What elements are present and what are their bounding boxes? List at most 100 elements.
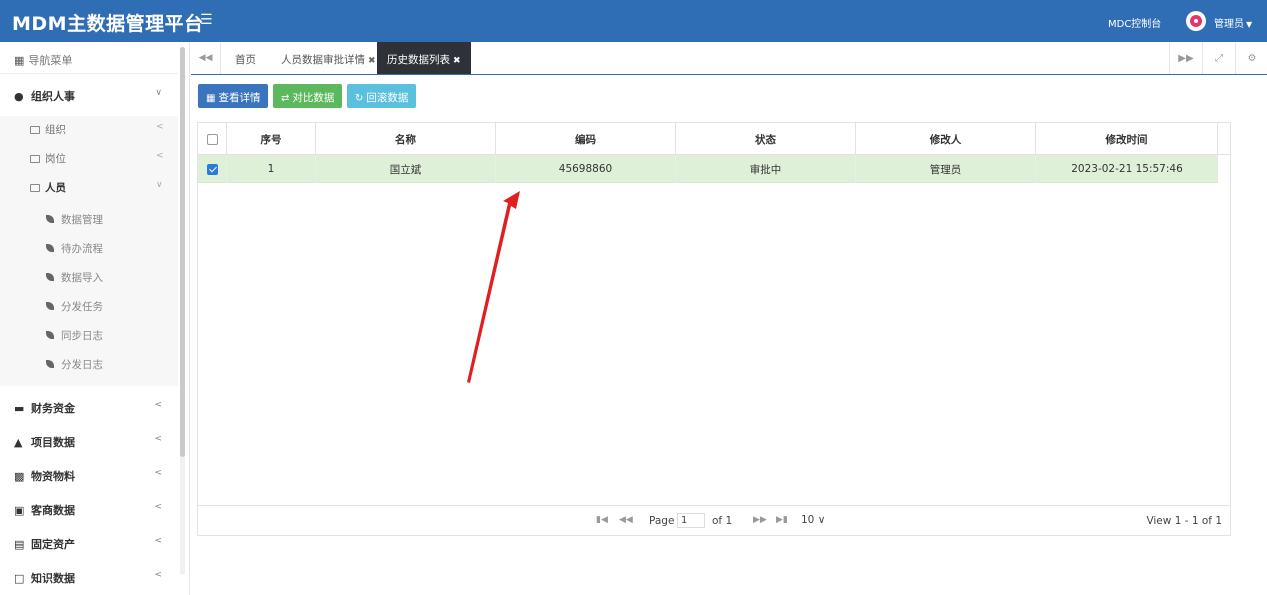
mdc-console-link[interactable]: MDC控制台: [1108, 15, 1161, 30]
sidebar-leaf-data-manage[interactable]: 数据管理: [46, 212, 103, 227]
close-icon[interactable]: ✖: [453, 56, 461, 66]
chevron-left-icon: <: [154, 536, 162, 546]
folder-icon: [30, 184, 40, 192]
chevron-down-icon: ∨: [817, 514, 826, 526]
exchange-icon: ⇄: [281, 93, 290, 104]
leaf-icon: [46, 302, 54, 310]
sidebar-leaf-dispatch-log[interactable]: 分发日志: [46, 357, 103, 372]
cubes-icon: ▩: [14, 470, 25, 483]
last-page-icon[interactable]: ▶▮: [776, 515, 788, 525]
col-header[interactable]: 序号: [227, 123, 316, 155]
users-icon: ●: [14, 90, 24, 103]
cell-seq: 1: [227, 155, 316, 183]
sidebar-leaf-import[interactable]: 数据导入: [46, 270, 103, 285]
sidebar-group-materials[interactable]: ▩ 物资物料 <: [0, 458, 178, 492]
cell-name: 国立斌: [316, 155, 496, 183]
view-records-text: View 1 - 1 of 1: [1146, 515, 1222, 527]
sitemap-icon: ▲: [14, 436, 23, 449]
leaf-icon: [46, 244, 54, 252]
next-page-icon[interactable]: ▶▶: [753, 515, 767, 525]
chevron-left-icon: <: [154, 502, 162, 512]
nav-menu-title: ▦ 导航菜单: [0, 42, 178, 74]
sidebar-leaf-todo[interactable]: 待办流程: [46, 241, 103, 256]
chevron-down-icon: ∨: [156, 180, 163, 190]
compare-data-button[interactable]: ⇄ 对比数据: [273, 84, 343, 108]
sidebar-group-org-hr[interactable]: ● 组织人事 ∨: [0, 78, 178, 112]
row-select-cell[interactable]: [198, 155, 227, 183]
history-data-grid: 序号 名称 编码 状态 修改人 修改时间 1 国立斌 45698860 审批中 …: [197, 122, 1231, 536]
col-header[interactable]: 修改人: [856, 123, 1036, 155]
tab-home[interactable]: 首页: [225, 42, 266, 74]
fullscreen-icon[interactable]: ⤢: [1202, 42, 1235, 74]
sidebar-group-project[interactable]: ▲ 项目数据 <: [0, 424, 178, 458]
sidebar-leaf-dispatch-task[interactable]: 分发任务: [46, 299, 103, 314]
table-icon: ▦: [206, 93, 216, 104]
first-page-icon[interactable]: ▮◀: [596, 515, 608, 525]
rollback-data-button[interactable]: ↻ 回滚数据: [347, 84, 417, 108]
grid-icon: ▦: [14, 54, 25, 67]
sidebar-group-fixed-assets[interactable]: ▤ 固定资产 <: [0, 526, 178, 560]
refresh-icon: ↻: [355, 93, 364, 104]
caret-down-icon: ▼: [1246, 20, 1253, 29]
cell-status: 审批中: [676, 155, 856, 183]
folder-icon: [30, 155, 40, 163]
page-size-select[interactable]: 10 ∨: [801, 514, 825, 526]
cell-modifier: 管理员: [856, 155, 1036, 183]
file-icon: □: [14, 572, 25, 585]
sidebar-item-org[interactable]: 组织 <: [30, 122, 164, 137]
col-header[interactable]: 名称: [316, 123, 496, 155]
view-detail-button[interactable]: ▦ 查看详情: [198, 84, 269, 108]
cell-code: 45698860: [496, 155, 676, 183]
tab-scroll-left-icon[interactable]: ◀◀: [191, 42, 221, 74]
select-all-cell[interactable]: [198, 123, 227, 155]
leaf-icon: [46, 331, 54, 339]
chevron-down-icon: ∨: [155, 88, 162, 98]
list-icon: ▤: [14, 538, 25, 551]
col-header[interactable]: 编码: [496, 123, 676, 155]
grid-header: 序号 名称 编码 状态 修改人 修改时间: [198, 123, 1230, 155]
col-header[interactable]: 修改时间: [1036, 123, 1218, 155]
select-all-checkbox[interactable]: [206, 133, 218, 145]
chevron-left-icon: <: [156, 151, 164, 161]
credit-card-icon: ▬: [14, 402, 25, 415]
tab-history-list[interactable]: 历史数据列表 ✖: [377, 42, 471, 74]
tab-scroll-right-icon[interactable]: ▶▶: [1169, 42, 1202, 74]
user-menu[interactable]: 管理员 ▼: [1214, 15, 1252, 30]
app-logo: MDM主数据管理平台: [12, 13, 204, 35]
briefcase-icon: ▣: [14, 504, 25, 517]
top-header: MDM主数据管理平台 ☰ MDC控制台 管理员 ▼: [0, 0, 1267, 42]
sidebar-item-position[interactable]: 岗位 <: [30, 151, 164, 166]
sidebar-group-finance[interactable]: ▬ 财务资金 <: [0, 390, 178, 424]
sidebar-submenu: 组织 < 岗位 < 人员 ∨ 数据管理 待办流程 数据导入 分发任务 同步日志 分发日…: [0, 116, 178, 386]
col-header[interactable]: 状态: [676, 123, 856, 155]
user-name: 管理员: [1214, 19, 1244, 30]
chevron-left-icon: <: [154, 400, 162, 410]
sidebar-item-personnel[interactable]: 人员 ∨: [30, 180, 163, 195]
menu-toggle-icon[interactable]: ☰: [200, 12, 213, 28]
location-pin-icon: [1190, 15, 1202, 27]
table-row[interactable]: 1 国立斌 45698860 审批中 管理员 2023-02-21 15:57:…: [198, 155, 1218, 183]
chevron-left-icon: <: [154, 570, 162, 580]
close-icon[interactable]: ✖: [368, 56, 376, 66]
prev-page-icon[interactable]: ◀◀: [619, 515, 633, 525]
user-avatar[interactable]: [1186, 11, 1206, 31]
page-total: of 1: [712, 515, 733, 527]
tab-approval-detail[interactable]: 人员数据审批详情 ✖: [271, 42, 386, 74]
row-checkbox[interactable]: [206, 163, 218, 175]
chevron-left-icon: <: [156, 122, 164, 132]
folder-icon: [30, 126, 40, 134]
cell-time: 2023-02-21 15:57:46: [1071, 163, 1183, 175]
page-label: Page: [649, 515, 675, 527]
sidebar-scrollbar[interactable]: [180, 47, 185, 457]
leaf-icon: [46, 360, 54, 368]
sidebar-leaf-sync-log[interactable]: 同步日志: [46, 328, 103, 343]
grid-pager: ▮◀ ◀◀ Page of 1 ▶▶ ▶▮ 10 ∨ View 1 - 1 of…: [198, 505, 1230, 535]
sidebar-group-merchant[interactable]: ▣ 客商数据 <: [0, 492, 178, 526]
sidebar-group-knowledge[interactable]: □ 知识数据 <: [0, 560, 178, 594]
gear-icon[interactable]: ⚙: [1235, 42, 1267, 74]
leaf-icon: [46, 215, 54, 223]
tab-bar: ◀◀ 首页 人员数据审批详情 ✖ 历史数据列表 ✖ ▶▶ ⤢ ⚙: [191, 42, 1267, 75]
leaf-icon: [46, 273, 54, 281]
sidebar: ▦ 导航菜单 ● 组织人事 ∨ 组织 < 岗位 < 人员 ∨ 数据管理 待办流程 数据导入…: [0, 42, 190, 595]
page-number-input[interactable]: [677, 513, 705, 528]
